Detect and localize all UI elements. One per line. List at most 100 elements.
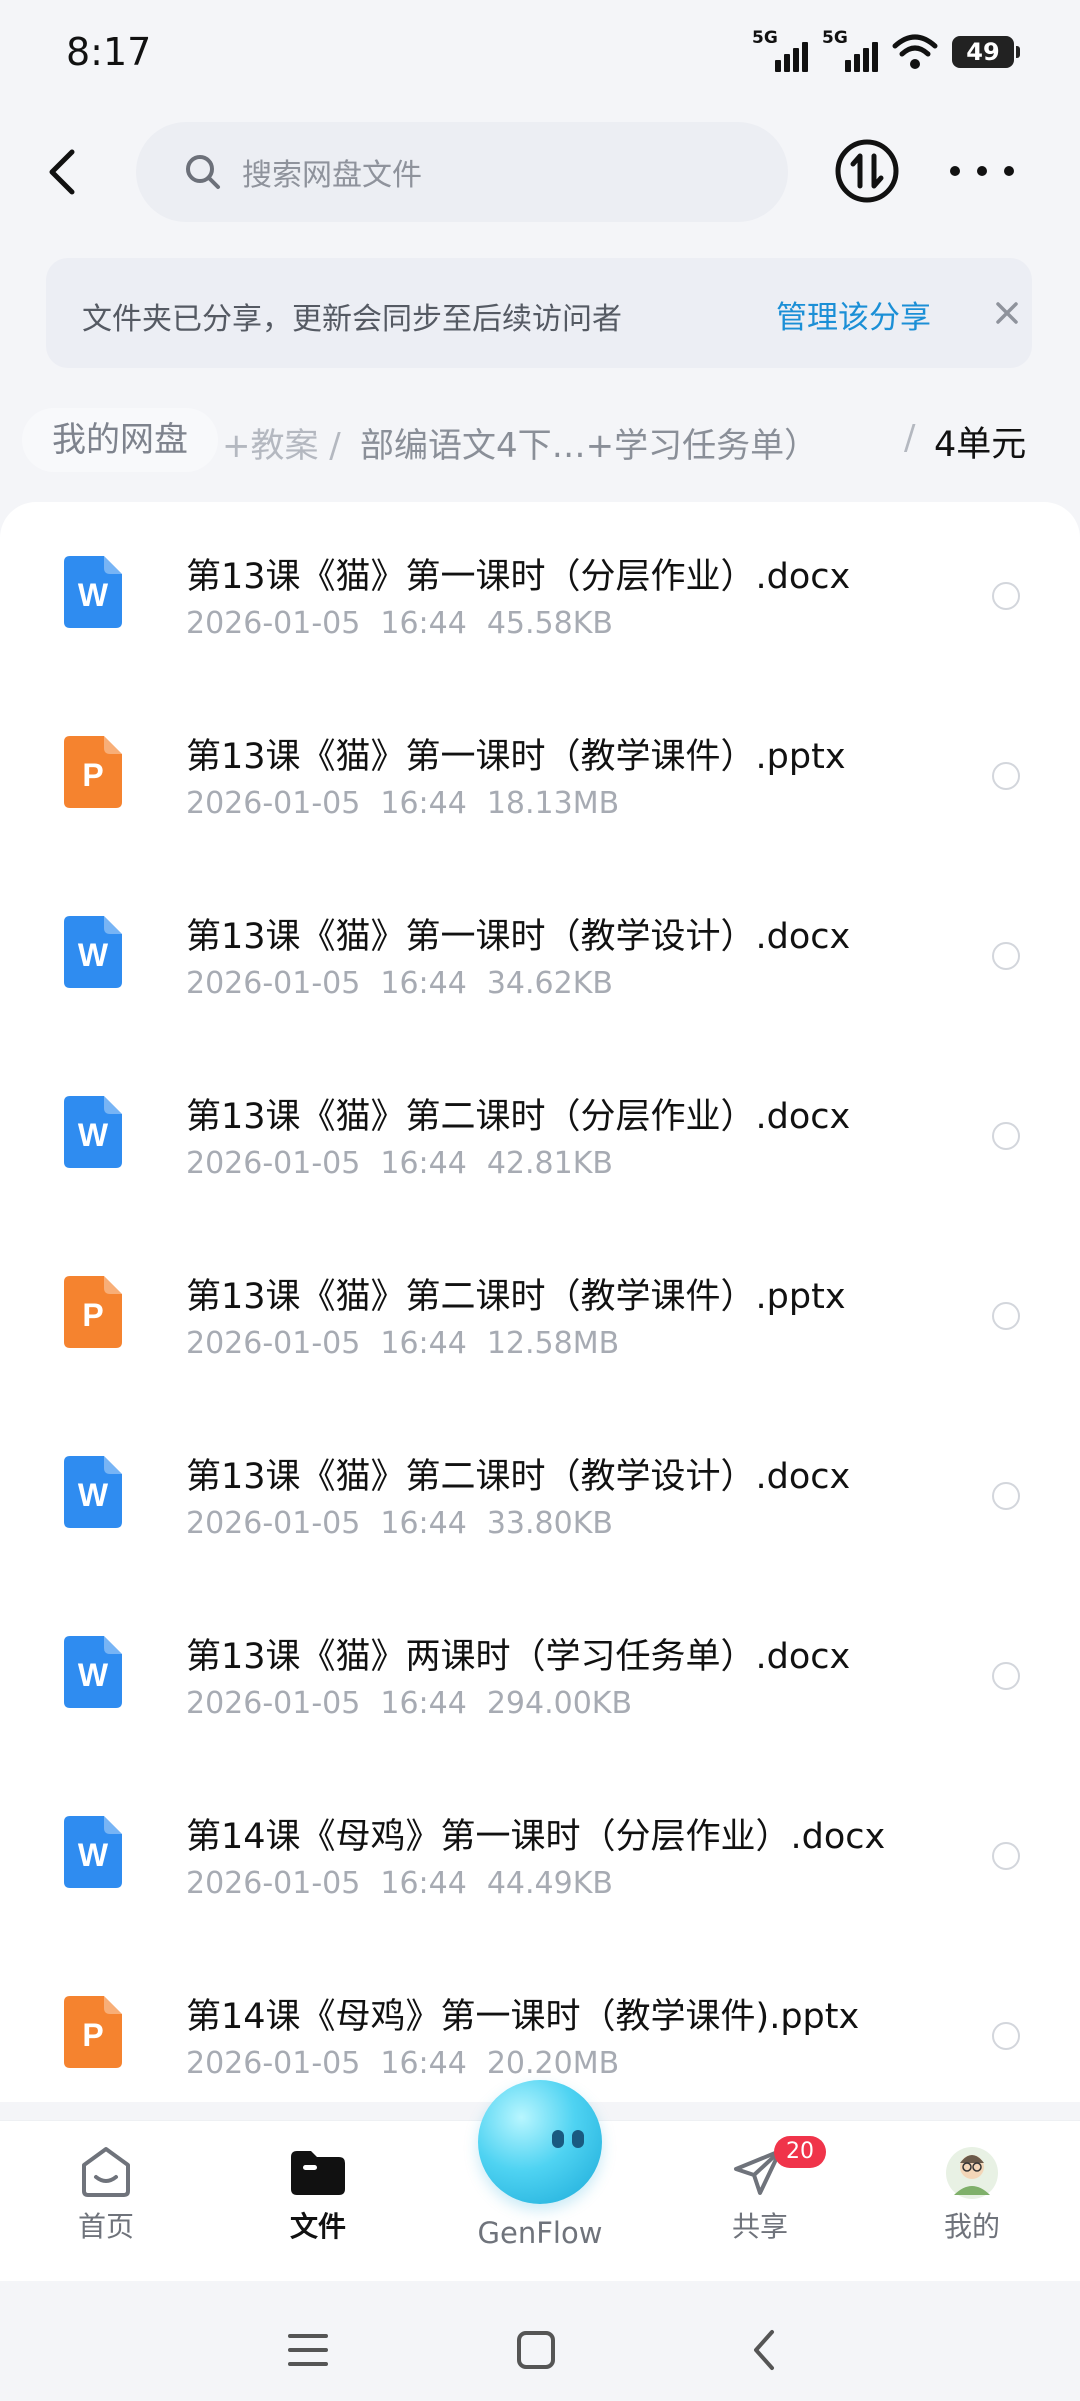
file-time: 16:44	[380, 786, 467, 821]
word-file-icon: W	[64, 1456, 122, 1528]
home-square-icon[interactable]	[506, 2320, 566, 2380]
manage-share-link[interactable]: 管理该分享	[776, 292, 931, 337]
file-size: 44.49KB	[486, 1866, 613, 1901]
share-badge: 20	[774, 2136, 826, 2168]
network-type-label: 5G	[752, 28, 778, 48]
file-size: 33.80KB	[486, 1506, 613, 1541]
nav-label: 首页	[77, 2210, 134, 2243]
file-date: 2026-01-05	[186, 1686, 361, 1721]
avatar	[946, 2147, 998, 2199]
battery-icon: 49	[952, 36, 1020, 68]
wifi-icon	[892, 34, 938, 69]
file-row[interactable]: P 第13课《猫》第一课时（教学课件）.pptx 2026-01-05 16:44 18…	[0, 694, 1080, 874]
file-row[interactable]: W 第13课《猫》第一课时（分层作业）.docx 2026-01-05 16:44 45…	[0, 514, 1080, 694]
status-bar: 8:17 5G 5G 49	[0, 0, 1080, 110]
file-date: 2026-01-05	[186, 1506, 361, 1541]
menu-icon[interactable]	[278, 2320, 338, 2380]
more-icon[interactable]	[950, 148, 1014, 194]
select-radio[interactable]	[992, 1662, 1020, 1690]
word-file-icon: W	[64, 556, 122, 628]
file-time: 16:44	[380, 966, 467, 1001]
share-banner-message: 文件夹已分享，更新会同步至后续访问者	[82, 302, 622, 337]
svg-text:P: P	[82, 1297, 103, 1333]
file-date: 2026-01-05	[186, 966, 361, 1001]
file-meta: 2026-01-05 16:44 294.00KB	[186, 1686, 652, 1721]
svg-text:P: P	[82, 757, 103, 793]
svg-text:W: W	[78, 937, 109, 973]
svg-text:P: P	[82, 2017, 103, 2053]
file-name: 第14课《母鸡》第一课时（分层作业）.docx	[186, 1817, 886, 1857]
file-row[interactable]: P 第13课《猫》第二课时（教学课件）.pptx 2026-01-05 16:44 12…	[0, 1234, 1080, 1414]
file-meta: 2026-01-05 16:44 44.49KB	[186, 1866, 633, 1901]
file-name: 第13课《猫》第一课时（分层作业）.docx	[186, 557, 851, 597]
select-radio[interactable]	[992, 942, 1020, 970]
file-date: 2026-01-05	[186, 2046, 361, 2081]
top-bar: 搜索网盘文件	[0, 118, 1080, 228]
transfer-icon[interactable]	[834, 138, 900, 204]
search-input[interactable]: 搜索网盘文件	[136, 122, 788, 222]
file-size: 18.13MB	[486, 786, 620, 821]
word-file-icon: W	[64, 1096, 122, 1168]
select-radio[interactable]	[992, 582, 1020, 610]
file-name: 第14课《母鸡》第一课时（教学课件).pptx	[186, 1997, 860, 2037]
file-size: 294.00KB	[486, 1686, 633, 1721]
nav-home[interactable]: 首页	[36, 2143, 176, 2245]
file-row[interactable]: W 第14课《母鸡》第一课时（分层作业）.docx 2026-01-05 16:44 4…	[0, 1774, 1080, 1954]
file-row[interactable]: W 第13课《猫》第二课时（教学设计）.docx 2026-01-05 16:44 33…	[0, 1414, 1080, 1594]
file-row[interactable]: W 第13课《猫》第二课时（分层作业）.docx 2026-01-05 16:44 42…	[0, 1054, 1080, 1234]
select-radio[interactable]	[992, 1122, 1020, 1150]
svg-text:W: W	[78, 1477, 109, 1513]
status-time: 8:17	[66, 30, 152, 74]
file-time: 16:44	[380, 1866, 467, 1901]
file-time: 16:44	[380, 606, 467, 641]
genflow-orb-icon	[478, 2080, 602, 2204]
network-type-label: 5G	[822, 28, 848, 48]
breadcrumb-root[interactable]: 我的网盘	[22, 408, 218, 472]
nav-files[interactable]: 文件	[248, 2143, 388, 2245]
signal-icon: 5G	[822, 28, 878, 72]
file-name: 第13课《猫》第二课时（教学设计）.docx	[186, 1457, 851, 1497]
svg-text:W: W	[78, 577, 109, 613]
file-size: 12.58MB	[486, 1326, 620, 1361]
file-row[interactable]: W 第13课《猫》两课时（学习任务单）.docx 2026-01-05 16:44 29…	[0, 1594, 1080, 1774]
file-meta: 2026-01-05 16:44 42.81KB	[186, 1146, 633, 1181]
back-icon[interactable]	[736, 2320, 796, 2380]
nav-me[interactable]: 我的	[902, 2143, 1042, 2245]
file-meta: 2026-01-05 16:44 18.13MB	[186, 786, 639, 821]
status-icons: 5G 5G 49	[752, 28, 1020, 72]
breadcrumb-current: 4单元	[934, 425, 1027, 465]
breadcrumb-item[interactable]: 部编语文4下…+学习任务单）	[360, 418, 818, 467]
file-time: 16:44	[380, 1506, 467, 1541]
select-radio[interactable]	[992, 1842, 1020, 1870]
file-row[interactable]: W 第13课《猫》第一课时（教学设计）.docx 2026-01-05 16:44 34…	[0, 874, 1080, 1054]
file-time: 16:44	[380, 2046, 467, 2081]
svg-text:W: W	[78, 1657, 109, 1693]
file-meta: 2026-01-05 16:44 12.58MB	[186, 1326, 639, 1361]
file-time: 16:44	[380, 1686, 467, 1721]
breadcrumb-item[interactable]: +教案 /	[222, 418, 341, 467]
file-meta: 2026-01-05 16:44 33.80KB	[186, 1506, 633, 1541]
file-name: 第13课《猫》第二课时（分层作业）.docx	[186, 1097, 851, 1137]
nav-label: 共享	[731, 2210, 788, 2243]
file-time: 16:44	[380, 1326, 467, 1361]
select-radio[interactable]	[992, 2022, 1020, 2050]
nav-label: GenFlow	[477, 2216, 603, 2250]
search-icon	[186, 155, 220, 189]
select-radio[interactable]	[992, 762, 1020, 790]
file-size: 20.20MB	[486, 2046, 620, 2081]
select-radio[interactable]	[992, 1482, 1020, 1510]
file-date: 2026-01-05	[186, 1326, 361, 1361]
file-name: 第13课《猫》第一课时（教学设计）.docx	[186, 917, 851, 957]
close-icon[interactable]	[992, 298, 1022, 328]
nav-genflow[interactable]: GenFlow	[468, 2080, 612, 2250]
file-size: 45.58KB	[486, 606, 613, 641]
select-radio[interactable]	[992, 1302, 1020, 1330]
file-name: 第13课《猫》第一课时（教学课件）.pptx	[186, 737, 846, 777]
chevron-left-icon[interactable]	[36, 142, 96, 202]
search-placeholder: 搜索网盘文件	[242, 158, 422, 193]
file-date: 2026-01-05	[186, 786, 361, 821]
svg-text:W: W	[78, 1117, 109, 1153]
breadcrumb: 我的网盘 +教案 / 部编语文4下…+学习任务单） / 4单元	[0, 400, 1080, 480]
word-file-icon: W	[64, 1636, 122, 1708]
nav-label: 我的	[943, 2210, 1000, 2243]
